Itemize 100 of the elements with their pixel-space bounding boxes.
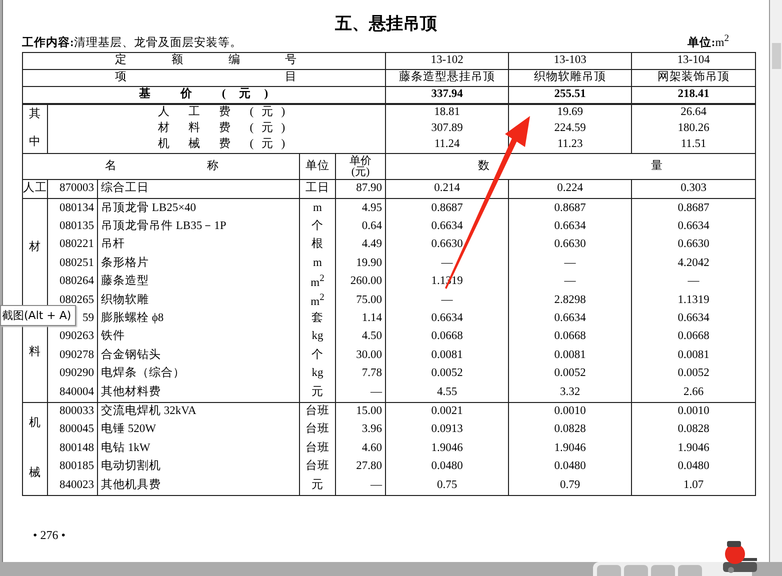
- table-cell: 0.0010: [632, 402, 756, 422]
- table-cell: 800045: [48, 421, 98, 440]
- table-cell: 电锤 520W: [98, 421, 300, 440]
- table-cell: 26.64: [632, 104, 756, 121]
- table-cell: 吊顶龙骨吊件 LB35－1P: [98, 218, 300, 236]
- table-cell: 13-103: [508, 52, 632, 70]
- table-cell: —: [508, 254, 632, 273]
- table-cell: 0.8687: [632, 198, 756, 218]
- table-cell: 19.90: [336, 254, 386, 273]
- table-cell: 套: [300, 310, 336, 328]
- header-cell: 单价 (元): [336, 154, 386, 180]
- table-cell: kg: [300, 364, 336, 384]
- table-cell: 15.00: [336, 402, 386, 422]
- table-cell: 0.0081: [386, 346, 509, 365]
- tooltip: 截图(Alt + A): [0, 305, 76, 326]
- table-cell: 膨胀螺栓 ϕ8: [98, 310, 300, 328]
- table-cell: —: [336, 383, 386, 402]
- table-cell: 0.303: [632, 180, 756, 199]
- table-cell: 其他机具费: [98, 476, 300, 496]
- group-label: 人工: [23, 182, 47, 196]
- table-cell: 0.0052: [632, 364, 756, 384]
- table-cell: 260.00: [336, 272, 386, 292]
- table-cell: 4.60: [336, 439, 386, 458]
- table-cell: 0.0081: [632, 346, 756, 365]
- table-cell: 0.0480: [508, 458, 632, 476]
- table-cell: m: [300, 254, 336, 273]
- table-cell: —: [632, 272, 756, 292]
- table-cell: 0.6630: [508, 236, 632, 255]
- table-cell: 1.9046: [386, 439, 509, 458]
- group-label: 其: [29, 108, 41, 122]
- table-cell: m$^{2}$: [300, 272, 336, 292]
- header-cell: 单位: [300, 154, 336, 180]
- table-cell: 藤条造型悬挂吊顶: [386, 70, 509, 86]
- table-cell: 18.81: [386, 104, 509, 121]
- table-cell: m$^{2}$: [300, 291, 336, 310]
- table-cell: 840004: [48, 383, 98, 402]
- table-cell: 0.0913: [386, 421, 509, 440]
- table-cell: 0.8687: [508, 198, 632, 218]
- table-cell: 台班: [300, 458, 336, 476]
- table-cell: 机 械 费 (元): [48, 137, 386, 154]
- table-cell: 台班: [300, 402, 336, 422]
- table-cell: 0.0052: [508, 364, 632, 384]
- table-cell: 337.94: [386, 86, 509, 104]
- table-cell: 0.79: [508, 476, 632, 496]
- table-cell: 255.51: [508, 86, 632, 104]
- work-content: 工作内容:清理基层、龙骨及面层安装等。: [22, 36, 242, 51]
- table-cell: 080134: [48, 198, 98, 218]
- table-cell: 元: [300, 476, 336, 496]
- table-cell: 3.96: [336, 421, 386, 440]
- scrollbar[interactable]: [770, 0, 782, 562]
- table-cell: 吊杆: [98, 236, 300, 255]
- toolbar-button[interactable]: [597, 565, 621, 576]
- table-cell: 840023: [48, 476, 98, 496]
- table-cell: 元: [300, 383, 336, 402]
- table-cell: 0.0081: [508, 346, 632, 365]
- table-cell: 个: [300, 218, 336, 236]
- table-cell: 0.6634: [632, 310, 756, 328]
- table-cell: 4.50: [336, 328, 386, 347]
- table-cell: 0.0828: [508, 421, 632, 440]
- table-cell: 吊顶龙骨 LB25×40: [98, 198, 300, 218]
- table-cell: 0.64: [336, 218, 386, 236]
- table-cell: 0.0480: [386, 458, 509, 476]
- toolbar-button[interactable]: [624, 565, 648, 576]
- table-cell: 080264: [48, 272, 98, 292]
- table-cell: 080251: [48, 254, 98, 273]
- header-cell: 名 称: [22, 154, 300, 180]
- table-cell: 根: [300, 236, 336, 255]
- table-cell: 11.51: [632, 137, 756, 154]
- table-cell: 电焊条（综合）: [98, 364, 300, 384]
- table-cell: 条形格片: [98, 254, 300, 273]
- group-label: 中: [29, 136, 41, 150]
- table-cell: 4.95: [336, 198, 386, 218]
- table-cell: 1.9046: [632, 439, 756, 458]
- table-cell: 藤条造型: [98, 272, 300, 292]
- table-cell: 0.0021: [386, 402, 509, 422]
- table-cell: 87.90: [336, 180, 386, 199]
- table-cell: 080135: [48, 218, 98, 236]
- table-cell: 0.224: [508, 180, 632, 199]
- table-cell: 13-102: [386, 52, 509, 70]
- table-cell: 1.14: [336, 310, 386, 328]
- table-cell: 交流电焊机 32kVA: [98, 402, 300, 422]
- table-cell: 铁件: [98, 328, 300, 347]
- table-cell: 4.49: [336, 236, 386, 255]
- table-cell: —: [386, 291, 509, 310]
- table-cell: 0.6634: [386, 310, 509, 328]
- table-cell: 织物软雕吊顶: [508, 70, 632, 86]
- table-cell: kg: [300, 328, 336, 347]
- header-cell: 基 价 (元): [22, 86, 386, 104]
- table-cell: 0.6630: [632, 236, 756, 255]
- table-cell: —: [508, 272, 632, 292]
- table-cell: 0.0010: [508, 402, 632, 422]
- table-cell: 27.80: [336, 458, 386, 476]
- table-cell: 0.0480: [632, 458, 756, 476]
- scrollbar-thumb[interactable]: [772, 43, 781, 69]
- table-cell: 0.0052: [386, 364, 509, 384]
- toolbar-button[interactable]: [651, 565, 675, 576]
- group-label: 械: [29, 466, 41, 481]
- group-label: 材: [29, 241, 41, 255]
- table-cell: 0.0668: [508, 328, 632, 347]
- toolbar-button[interactable]: [678, 565, 702, 576]
